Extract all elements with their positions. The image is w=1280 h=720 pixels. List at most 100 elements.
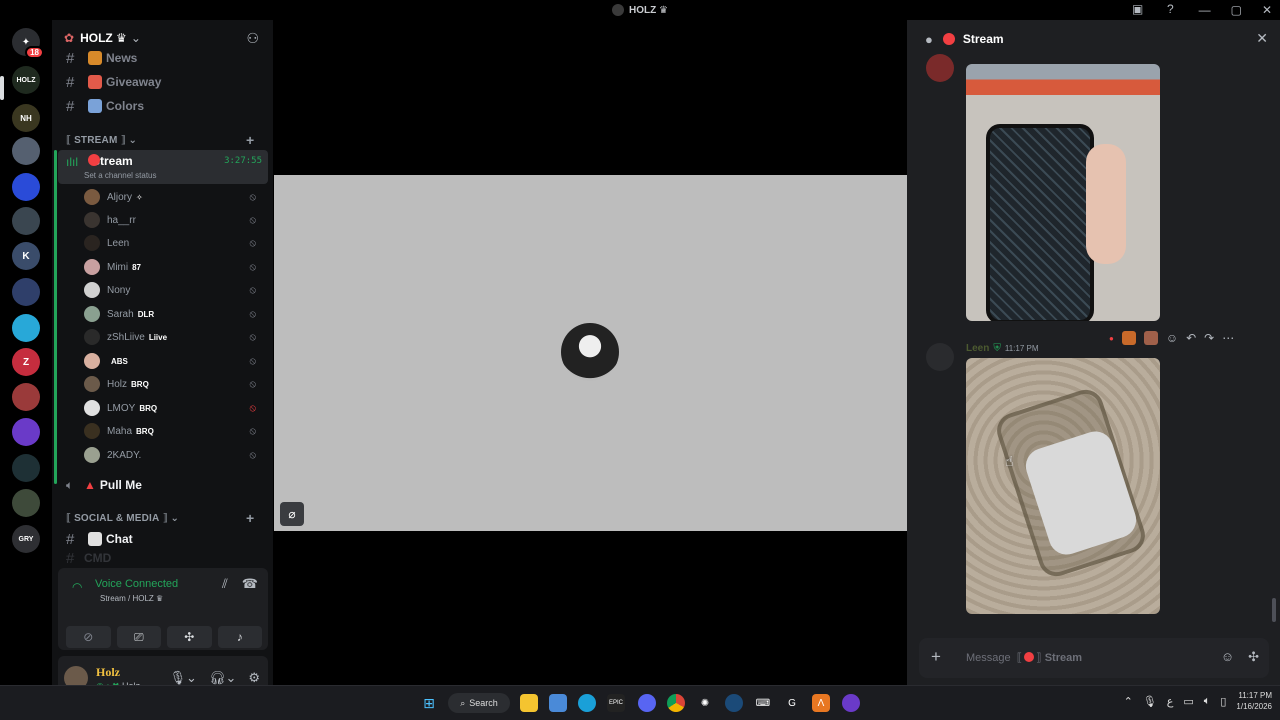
server-13[interactable] [12,489,40,517]
reply-icon[interactable]: ↶ [1186,331,1196,345]
voice-user[interactable]: Maha BRQ ⦸ [84,421,264,441]
server-nh[interactable]: NH [12,104,40,132]
avatar[interactable] [926,343,954,371]
app-obs-icon[interactable] [842,694,860,712]
server-6[interactable]: K [12,242,40,270]
server-11[interactable] [12,418,40,446]
home-button[interactable]: ✦ 18 [12,28,44,59]
camera-off-button[interactable]: ⊘ [66,626,111,648]
voice-user[interactable]: 2KADY. ⦸ [84,445,264,465]
channel-news[interactable]: # News [60,47,265,69]
server-holz[interactable]: HOLZ [12,66,40,94]
channel-cmd[interactable]: # CMD [60,551,265,565]
screen-share-button[interactable]: ⎚ [116,626,161,648]
epic-games-icon[interactable]: EPIC [607,694,625,712]
channel-giveaway[interactable]: # Giveaway [60,71,265,93]
gear-icon[interactable]: ⚙ [248,670,260,686]
attach-icon[interactable]: + [931,647,941,667]
app-g-icon[interactable]: G [783,694,801,712]
reaction-emoji-icon[interactable] [1121,331,1136,345]
voice-channel-stream[interactable]: ılıl Stream Set a channel status 3:27:55 [58,150,268,184]
channel-status-link[interactable]: Set a channel status [84,171,157,180]
microphone-icon[interactable]: 🎙︎⌄ [170,670,197,686]
server-10[interactable] [12,383,40,411]
avatar[interactable] [926,54,954,82]
app-a-icon[interactable]: Λ [812,694,830,712]
server-7[interactable] [12,278,40,306]
voice-user[interactable]: Sarah DLR ⦸ [84,304,264,324]
edge-icon[interactable] [578,694,596,712]
channel-colors[interactable]: # Colors [60,95,265,117]
activities-button[interactable]: ✣ [167,626,212,648]
message-image[interactable] [966,64,1160,321]
minimize-button[interactable]: — [1199,3,1211,17]
maximize-button[interactable]: ▢ [1231,3,1242,17]
language-icon[interactable]: ع [1167,695,1174,708]
voice-user[interactable]: ABS ⦸ [84,351,264,371]
noise-suppression-icon[interactable]: ⫽ [222,576,228,592]
message-composer[interactable]: + Message ⟦ ⟧ Stream ☺ ✣ [919,638,1269,678]
file-explorer-icon[interactable] [520,694,538,712]
search-button[interactable]: ⌕ Search [448,693,510,713]
server-9[interactable]: Z [12,348,40,376]
clock[interactable]: 11:17 PM 1/16/2026 [1236,690,1272,712]
add-channel-icon[interactable]: + [246,132,254,148]
server-3[interactable] [12,137,40,165]
apps-icon[interactable]: ✣ [1248,649,1259,665]
invite-icon[interactable]: ⚇ [246,30,259,47]
more-icon[interactable]: ⋯ [1222,331,1234,345]
steelseries-icon[interactable]: ✺ [696,694,714,712]
category-stream[interactable]: ⟦ STREAM ⟧ ⌄ + [66,132,266,148]
channel-chat[interactable]: # Chat [60,528,265,550]
add-reaction-icon[interactable]: ☺ [1166,331,1178,345]
server-5[interactable] [12,207,40,235]
participant-tile[interactable]: ⌀ [274,175,907,531]
store-icon[interactable] [549,694,567,712]
discord-icon[interactable] [638,694,656,712]
chrome-icon[interactable] [667,694,685,712]
voice-user[interactable]: ha__rr ⦸ [84,210,264,230]
voice-user[interactable]: Leen ⦸ [84,233,264,253]
user-name: 2KADY. [107,449,142,461]
voice-channel-pull-me[interactable]: 🔈︎ ▲ Pull Me [60,474,265,496]
battery-icon[interactable]: ▯ [1220,695,1226,708]
server-8[interactable] [12,314,40,342]
close-icon[interactable]: ✕ [1256,30,1268,47]
reaction-emoji-icon[interactable] [1143,331,1158,345]
server-14[interactable]: GRY [12,525,40,553]
inbox-icon[interactable]: ▣ [1132,2,1143,16]
close-window-button[interactable]: ✕ [1262,3,1272,17]
voice-user[interactable]: Mimi 87 ⦸ [84,257,264,277]
forward-icon[interactable]: ↷ [1204,331,1214,345]
voice-location[interactable]: Stream / HOLZ ♛ [100,594,163,603]
add-channel-icon[interactable]: + [246,510,254,526]
voice-user[interactable]: Nony ⦸ [84,280,264,300]
message-input[interactable]: Message ⟦ ⟧ Stream [966,651,1082,664]
help-icon[interactable]: ? [1167,2,1174,16]
voice-user[interactable]: zShLiive Liive ⦸ [84,327,264,347]
steam-icon[interactable] [725,694,743,712]
message-author[interactable]: Leen [966,343,989,354]
user-name[interactable]: Holz [96,665,120,680]
voice-user[interactable]: Aljory ✧ ⦸ [84,187,264,207]
voice-user[interactable]: LMOY BRQ ⦸ [84,398,264,418]
chevron-up-icon[interactable]: ⌃ [1124,695,1133,708]
category-social-media[interactable]: ⟦ SOCIAL & MEDIA ⟧ ⌄ + [66,510,266,526]
message-image[interactable] [966,358,1160,614]
windows-start-icon[interactable]: ⊞ [420,694,438,712]
voice-connected-label[interactable]: Voice Connected [95,578,178,590]
microphone-icon[interactable]: 🎙︎ [1143,695,1157,708]
keyboard-icon[interactable]: ⌨ [754,694,772,712]
server-4[interactable] [12,173,40,201]
soundboard-button[interactable]: ♪ [217,626,262,648]
avatar [84,423,100,439]
network-icon[interactable]: ▭ [1183,695,1193,708]
reaction-dot-icon[interactable]: ● [1109,334,1114,343]
disconnect-icon[interactable]: ☎ [242,576,258,592]
server-12[interactable] [12,454,40,482]
emoji-icon[interactable]: ☺ [1221,649,1234,665]
volume-icon[interactable]: 🔈︎ [1204,695,1211,708]
headphones-icon[interactable]: 🎧︎⌄ [209,670,236,686]
scrollbar[interactable] [1272,598,1276,622]
voice-user[interactable]: Holz BRQ ⦸ [84,374,264,394]
